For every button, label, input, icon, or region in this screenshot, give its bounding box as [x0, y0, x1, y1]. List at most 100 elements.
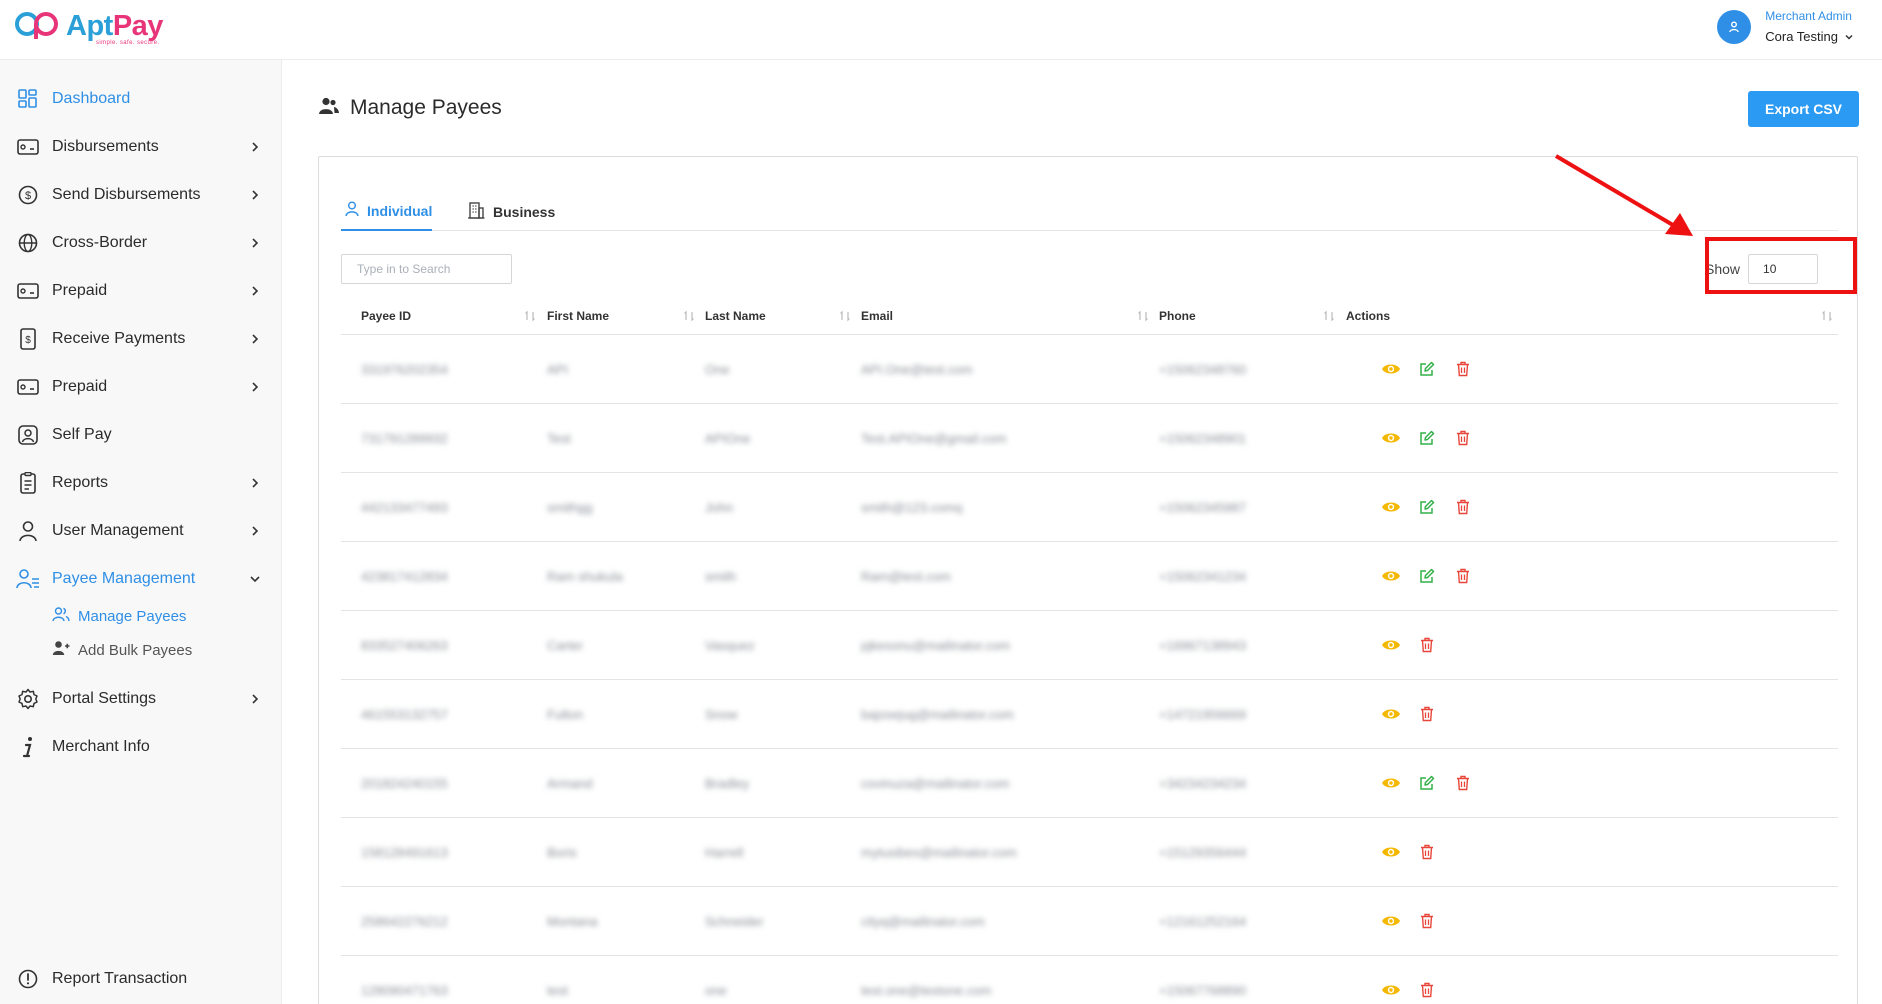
edit-icon[interactable] — [1409, 495, 1445, 519]
column-header-email[interactable]: Email — [861, 297, 893, 335]
cell-phone: +15129356444 — [1159, 844, 1247, 860]
tab-label: Business — [493, 204, 556, 220]
table-row: 201824240155 Armand Bradley covinuza@mailin… — [341, 749, 1838, 818]
table-row: 423817412834 Ram shukula smith Ram@test.com… — [341, 542, 1838, 611]
sidebar-item-self-pay[interactable]: Self Pay — [16, 421, 262, 449]
payees-table: Payee ID First Name Last Name Email Phon… — [341, 297, 1838, 1004]
sidebar-item-send-disbursements[interactable]: $ Send Disbursements — [16, 181, 262, 209]
sidebar-item-cross-border[interactable]: Cross-Border — [16, 229, 262, 257]
column-header-payee-id[interactable]: Payee ID — [361, 297, 411, 335]
sidebar-item-merchant-info[interactable]: Merchant Info — [16, 733, 262, 761]
export-csv-button[interactable]: Export CSV — [1748, 91, 1859, 127]
cell-email: Test.APIOne@gmail.com — [861, 430, 1007, 446]
user-avatar[interactable] — [1717, 10, 1752, 44]
cell-last: smith — [705, 568, 737, 584]
view-eye-icon[interactable] — [1373, 357, 1409, 381]
delete-trash-icon[interactable] — [1409, 840, 1445, 864]
sidebar-item-label: Dashboard — [52, 90, 131, 107]
cell-first: API — [547, 361, 568, 377]
info-icon — [16, 735, 40, 759]
column-header-last-name[interactable]: Last Name — [705, 297, 766, 335]
sidebar-item-prepaid[interactable]: Prepaid — [16, 277, 262, 305]
view-eye-icon[interactable] — [1373, 771, 1409, 795]
user-name[interactable]: Cora Testing — [1765, 28, 1854, 46]
cell-first: Fulton — [547, 706, 584, 722]
sidebar: Dashboard Disbursements $ Send Disbursem… — [0, 60, 282, 1004]
delete-trash-icon[interactable] — [1409, 978, 1445, 1002]
sort-icon[interactable] — [524, 310, 536, 322]
cell-first: Armand — [547, 775, 593, 791]
sidebar-item-label: User Management — [52, 522, 184, 539]
sidebar-item-portal-settings[interactable]: Portal Settings — [16, 685, 262, 713]
edit-icon[interactable] — [1409, 564, 1445, 588]
sort-icon[interactable] — [1821, 310, 1833, 322]
column-header-phone[interactable]: Phone — [1159, 297, 1196, 335]
sort-icon[interactable] — [839, 310, 851, 322]
view-eye-icon[interactable] — [1373, 840, 1409, 864]
row-actions — [1373, 956, 1445, 1004]
delete-trash-icon[interactable] — [1445, 495, 1481, 519]
sidebar-item-disbursements[interactable]: Disbursements — [16, 133, 262, 161]
sidebar-item-report-transaction[interactable]: Report Transaction — [16, 965, 262, 993]
sidebar-item-prepaid-2[interactable]: Prepaid — [16, 373, 262, 401]
delete-trash-icon[interactable] — [1445, 357, 1481, 381]
cell-last: Bradley — [705, 775, 750, 791]
delete-trash-icon[interactable] — [1445, 564, 1481, 588]
cash-icon — [16, 135, 40, 159]
table-row: 331976202354 API One API.One@test.com +15062… — [341, 335, 1838, 404]
view-eye-icon[interactable] — [1373, 978, 1409, 1002]
delete-trash-icon[interactable] — [1409, 909, 1445, 933]
show-label: Show — [1705, 261, 1741, 277]
building-icon — [467, 201, 485, 224]
cell-email: Ram@test.com — [861, 568, 951, 584]
cell-email: cityq@mailinator.com — [861, 913, 985, 929]
column-header-actions[interactable]: Actions — [1346, 297, 1390, 335]
cell-email: API.One@test.com — [861, 361, 973, 377]
cell-email: covinuza@mailinator.com — [861, 775, 1010, 791]
sidebar-item-payee-management[interactable]: Payee Management — [16, 565, 262, 593]
view-eye-icon[interactable] — [1373, 633, 1409, 657]
user-icon — [345, 201, 359, 222]
cell-id: 258642276212 — [361, 913, 448, 929]
view-eye-icon[interactable] — [1373, 909, 1409, 933]
cell-phone: +16967138943 — [1159, 637, 1247, 653]
column-header-first-name[interactable]: First Name — [547, 297, 609, 335]
page-size-input[interactable] — [1748, 254, 1819, 284]
tab-individual[interactable]: Individual — [341, 193, 432, 231]
table-header: Payee ID First Name Last Name Email Phon… — [341, 297, 1838, 335]
sidebar-item-reports[interactable]: Reports — [16, 469, 262, 497]
tab-business[interactable]: Business — [467, 193, 555, 231]
row-actions — [1373, 335, 1481, 403]
delete-trash-icon[interactable] — [1445, 771, 1481, 795]
view-eye-icon[interactable] — [1373, 495, 1409, 519]
edit-icon[interactable] — [1409, 426, 1445, 450]
delete-trash-icon[interactable] — [1445, 426, 1481, 450]
sidebar-subitem-add-bulk-payees[interactable]: Add Bulk Payees — [52, 639, 192, 661]
sidebar-item-label: Cross-Border — [52, 234, 148, 251]
sort-icon[interactable] — [1323, 310, 1335, 322]
view-eye-icon[interactable] — [1373, 426, 1409, 450]
cell-last: Snow — [705, 706, 738, 722]
sidebar-subitem-manage-payees[interactable]: Manage Payees — [52, 605, 186, 627]
row-actions — [1373, 473, 1481, 541]
view-eye-icon[interactable] — [1373, 702, 1409, 726]
edit-icon[interactable] — [1409, 771, 1445, 795]
sort-icon[interactable] — [683, 310, 695, 322]
edit-icon[interactable] — [1409, 357, 1445, 381]
sidebar-item-user-management[interactable]: User Management — [16, 517, 262, 545]
user-menu[interactable]: Merchant Admin Cora Testing — [1717, 8, 1854, 46]
table-row: 128090471763 test one test.one@testone.com +… — [341, 956, 1838, 1004]
app-header: AptPay simple. safe. secure. Merchant Ad… — [0, 0, 1882, 60]
user-square-icon — [16, 423, 40, 447]
sort-icon[interactable] — [1137, 310, 1149, 322]
sidebar-item-dashboard[interactable]: Dashboard — [16, 85, 262, 113]
aptpay-logo[interactable]: AptPay simple. safe. secure. — [14, 10, 163, 46]
delete-trash-icon[interactable] — [1409, 633, 1445, 657]
alert-circle-icon — [16, 967, 40, 991]
sidebar-item-receive-payments[interactable]: $ Receive Payments — [16, 325, 262, 353]
gear-icon — [16, 687, 40, 711]
search-input[interactable] — [341, 254, 512, 284]
view-eye-icon[interactable] — [1373, 564, 1409, 588]
row-actions — [1373, 818, 1445, 886]
delete-trash-icon[interactable] — [1409, 702, 1445, 726]
